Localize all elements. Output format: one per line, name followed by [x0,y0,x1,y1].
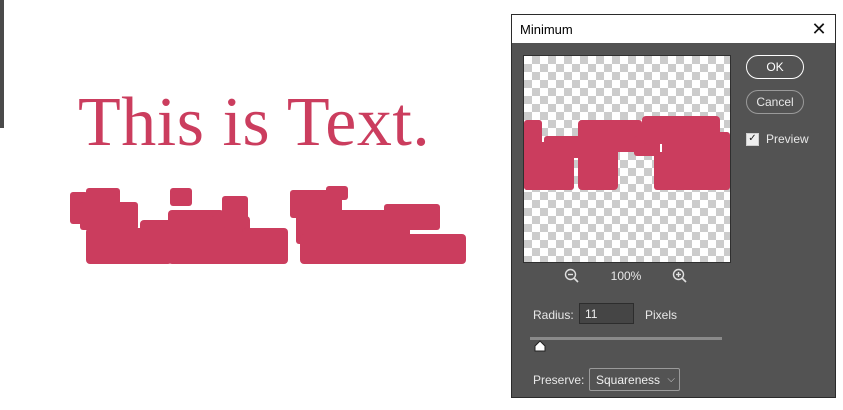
radius-slider-track[interactable] [530,337,722,340]
zoom-level: 100% [610,269,642,283]
ok-button[interactable]: OK [746,55,804,79]
close-icon[interactable]: ✕ [803,15,835,43]
radius-unit-label: Pixels [645,308,678,322]
preview-checkbox[interactable]: ✓ Preview [746,132,809,146]
preview-shapes [524,116,730,190]
preview-checkbox-label: Preview [766,132,809,146]
filtered-text-preview [70,186,466,264]
minimum-filter-dialog: Minimum ✕ 100% OK Cancel ✓ Preview Radiu… [511,14,836,398]
cancel-button[interactable]: Cancel [746,90,804,114]
radius-slider-thumb[interactable] [534,340,546,352]
zoom-controls: 100% [523,267,729,287]
chevron-down-icon: ⌵ [667,374,675,385]
dialog-title: Minimum [520,22,573,37]
dialog-titlebar: Minimum ✕ [512,15,835,43]
preserve-label: Preserve: [533,373,585,387]
radius-input[interactable] [579,303,634,324]
zoom-in-icon[interactable] [671,267,689,285]
checkmark-icon[interactable]: ✓ [746,132,759,146]
radius-label: Radius: [533,308,574,322]
preserve-dropdown[interactable]: Squareness ⌵ [589,368,680,391]
preserve-selected-value: Squareness [596,372,661,387]
filter-preview-pane[interactable] [523,55,731,263]
